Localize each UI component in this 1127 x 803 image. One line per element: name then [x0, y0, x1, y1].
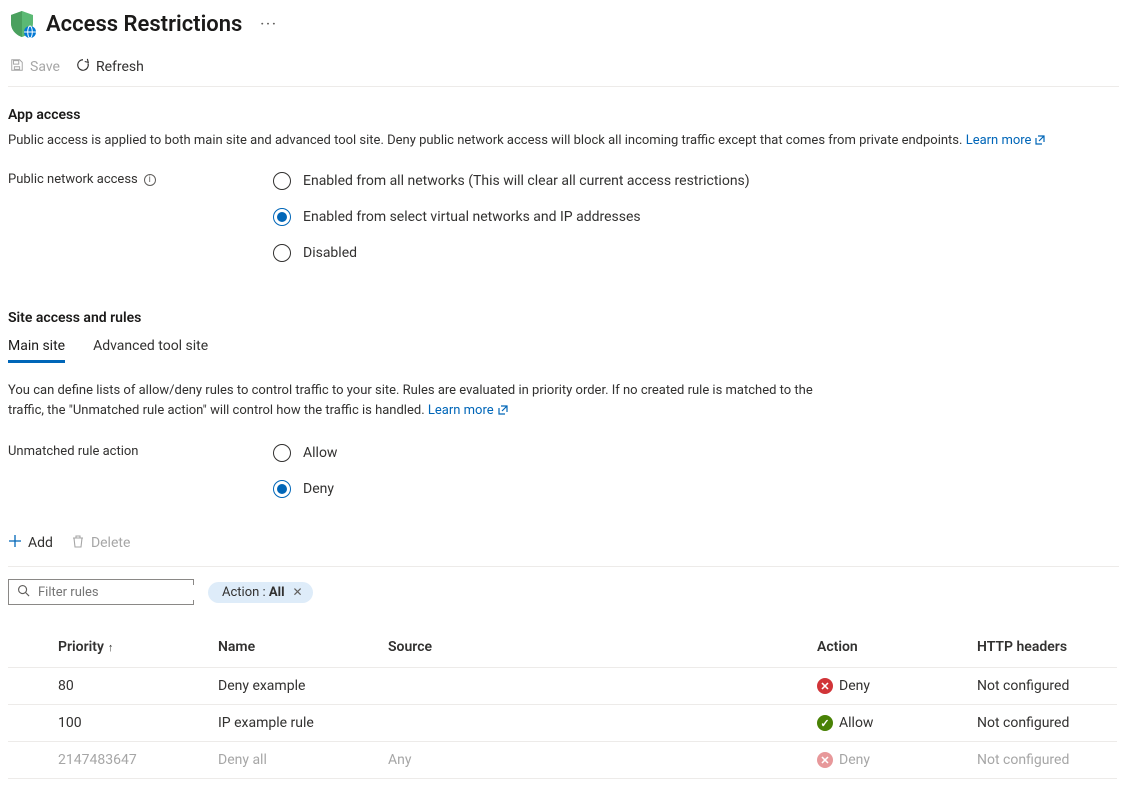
- x-circle-icon: ✕: [817, 678, 833, 694]
- filter-rules-input[interactable]: [38, 585, 204, 600]
- site-access-heading: Site access and rules: [8, 310, 1119, 326]
- column-name[interactable]: Name: [208, 627, 378, 668]
- filter-row: Action : All ✕: [8, 566, 1119, 605]
- radio-circle: [273, 480, 291, 498]
- column-http-headers[interactable]: HTTP headers: [967, 627, 1117, 668]
- unmatched-rule-action-label: Unmatched rule action: [8, 444, 273, 459]
- save-label: Save: [30, 59, 60, 75]
- radio-circle: [273, 208, 291, 226]
- app-access-heading: App access: [8, 107, 1119, 123]
- rule-toolbar: Add Delete: [8, 534, 1119, 556]
- row-http-headers: Not configured: [967, 668, 1117, 705]
- unmatched-rule-action-radio-group: Allow Deny: [273, 444, 337, 498]
- toolbar: Save Refresh: [8, 52, 1119, 87]
- tab-advanced-tool-site[interactable]: Advanced tool site: [93, 338, 208, 363]
- public-network-access-field: Public network access i Enabled from all…: [8, 172, 1119, 262]
- table-row[interactable]: 2147483647Deny allAny✕DenyNot configured: [8, 742, 1117, 779]
- refresh-icon: [76, 58, 90, 76]
- site-tabs: Main site Advanced tool site: [8, 338, 1119, 363]
- radio-circle: [273, 172, 291, 190]
- save-icon: [10, 58, 24, 76]
- row-checkbox-cell[interactable]: [8, 705, 48, 742]
- tab-main-site[interactable]: Main site: [8, 338, 65, 363]
- external-link-icon: [498, 402, 508, 422]
- search-icon: [17, 584, 30, 601]
- app-access-section: App access Public access is applied to b…: [8, 107, 1119, 262]
- action-filter-pill[interactable]: Action : All ✕: [208, 582, 313, 603]
- refresh-label: Refresh: [96, 59, 144, 75]
- radio-disabled[interactable]: Disabled: [273, 244, 750, 262]
- column-checkbox: [8, 627, 48, 668]
- table-row[interactable]: 100IP example rule ✓AllowNot configured: [8, 705, 1117, 742]
- radio-deny[interactable]: Deny: [273, 480, 337, 498]
- rules-table: Priority↑ Name Source Action HTTP header…: [8, 627, 1117, 779]
- page-title: Access Restrictions: [46, 12, 242, 37]
- learn-more-link[interactable]: Learn more: [428, 403, 508, 418]
- row-http-headers: Not configured: [967, 742, 1117, 779]
- more-menu-icon[interactable]: ···: [252, 17, 285, 32]
- row-name: IP example rule: [208, 705, 378, 742]
- row-checkbox-cell[interactable]: [8, 668, 48, 705]
- row-source: Any: [378, 742, 807, 779]
- row-priority: 100: [48, 705, 208, 742]
- info-icon[interactable]: i: [144, 174, 156, 186]
- site-access-desc: You can define lists of allow/deny rules…: [8, 381, 848, 422]
- refresh-button[interactable]: Refresh: [76, 58, 144, 76]
- shield-icon: [8, 10, 36, 38]
- table-header-row: Priority↑ Name Source Action HTTP header…: [8, 627, 1117, 668]
- public-network-access-label: Public network access i: [8, 172, 273, 187]
- row-http-headers: Not configured: [967, 705, 1117, 742]
- row-name: Deny all: [208, 742, 378, 779]
- row-source: [378, 668, 807, 705]
- radio-circle: [273, 244, 291, 262]
- row-source: [378, 705, 807, 742]
- row-action: ✓Allow: [807, 705, 967, 742]
- row-priority: 2147483647: [48, 742, 208, 779]
- x-circle-icon: ✕: [817, 752, 833, 768]
- row-checkbox-cell[interactable]: [8, 742, 48, 779]
- page-header: Access Restrictions ···: [8, 10, 1119, 38]
- learn-more-link[interactable]: Learn more: [966, 133, 1046, 148]
- plus-icon: [8, 534, 22, 552]
- radio-enabled-select-networks[interactable]: Enabled from select virtual networks and…: [273, 208, 750, 226]
- radio-allow[interactable]: Allow: [273, 444, 337, 462]
- save-button[interactable]: Save: [10, 58, 60, 76]
- column-priority[interactable]: Priority↑: [48, 627, 208, 668]
- row-action: ✕Deny: [807, 668, 967, 705]
- row-action: ✕Deny: [807, 742, 967, 779]
- row-priority: 80: [48, 668, 208, 705]
- column-source[interactable]: Source: [378, 627, 807, 668]
- delete-rule-button[interactable]: Delete: [71, 534, 130, 552]
- public-network-access-radio-group: Enabled from all networks (This will cle…: [273, 172, 750, 262]
- external-link-icon: [1035, 132, 1045, 152]
- row-name: Deny example: [208, 668, 378, 705]
- app-access-desc: Public access is applied to both main si…: [8, 131, 1119, 152]
- add-rule-button[interactable]: Add: [8, 534, 53, 552]
- search-box[interactable]: [8, 579, 194, 605]
- close-icon[interactable]: ✕: [293, 585, 303, 599]
- sort-asc-icon: ↑: [108, 641, 114, 654]
- site-access-section: Site access and rules Main site Advanced…: [8, 310, 1119, 779]
- radio-circle: [273, 444, 291, 462]
- unmatched-rule-action-field: Unmatched rule action Allow Deny: [8, 444, 1119, 498]
- check-circle-icon: ✓: [817, 715, 833, 731]
- radio-enabled-all-networks[interactable]: Enabled from all networks (This will cle…: [273, 172, 750, 190]
- column-action[interactable]: Action: [807, 627, 967, 668]
- trash-icon: [71, 534, 85, 552]
- table-row[interactable]: 80Deny example ✕DenyNot configured: [8, 668, 1117, 705]
